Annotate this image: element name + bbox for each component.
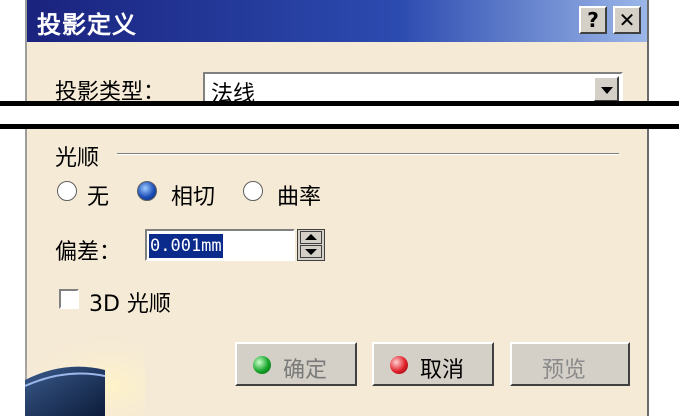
spin-up-icon[interactable] [300, 231, 322, 244]
cut-line-bottom [0, 124, 679, 129]
help-button[interactable]: ? [579, 6, 607, 34]
radio-tangent[interactable] [137, 181, 157, 201]
green-ball-icon [253, 356, 271, 374]
smooth-3d-checkbox[interactable] [59, 289, 79, 309]
radio-curvature[interactable] [243, 181, 263, 201]
catia-logo-decoration [25, 340, 145, 416]
cut-line-top [0, 101, 679, 106]
preview-button-label: 预览 [542, 358, 587, 383]
deviation-spinner[interactable] [297, 229, 325, 261]
cut-gap [0, 106, 679, 124]
chevron-down-icon[interactable] [593, 76, 619, 102]
cancel-button-label: 取消 [420, 358, 465, 383]
spin-down-icon[interactable] [300, 245, 322, 258]
preview-button[interactable]: 预览 [510, 342, 630, 386]
projection-definition-dialog: 投影定义 ? ✕ 投影类型： 法线 光顺 无 相切 曲率 偏差： 0.001mm… [25, 0, 649, 416]
deviation-value: 0.001mm [149, 234, 223, 258]
radio-tangent-label: 相切 [171, 185, 216, 210]
dialog-title: 投影定义 [37, 11, 137, 39]
deviation-label: 偏差： [55, 240, 122, 265]
smoothing-group-label: 光顺 [55, 140, 106, 172]
smoothing-group-divider [117, 153, 619, 155]
cancel-button[interactable]: 取消 [372, 342, 494, 386]
close-button[interactable]: ✕ [613, 6, 641, 34]
radio-curvature-label: 曲率 [277, 185, 322, 210]
red-ball-icon [390, 356, 408, 374]
ok-button-label: 确定 [283, 358, 328, 383]
title-bar[interactable]: 投影定义 ? ✕ [27, 0, 647, 42]
deviation-input[interactable]: 0.001mm [145, 229, 295, 261]
radio-none-label: 无 [87, 185, 110, 210]
smooth-3d-label: 3D 光顺 [89, 292, 171, 317]
radio-none[interactable] [57, 181, 77, 201]
ok-button[interactable]: 确定 [235, 342, 357, 386]
